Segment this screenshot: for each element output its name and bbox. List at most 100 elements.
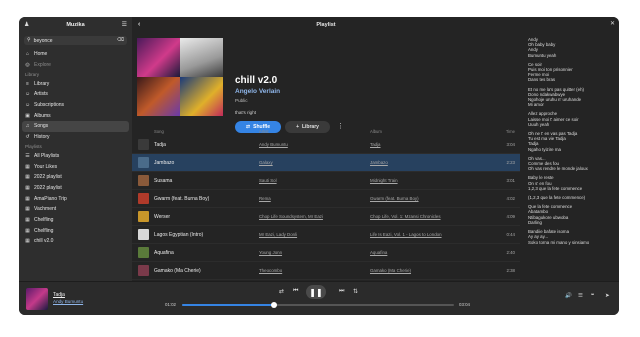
sidebar-item[interactable]: ▦ chill v2.0 [19,236,132,247]
lyrics-verse: Ce soir Puis moi ton prisonnier Ferme moi D… [528,62,611,83]
sidebar-item[interactable]: ▦ Your Likes [19,161,132,172]
account-icon[interactable]: ♟ [24,22,29,28]
lyrics-verse: Oh vas... Comme des fou Oh vas rendre le m… [528,156,611,172]
sidebar-item[interactable]: ♫ Songs [22,121,129,132]
sidebar-item[interactable]: ▦ AmaPiano Trip [19,193,132,204]
playlist-description: that's right [235,110,257,115]
close-icon[interactable]: ✕ [610,21,615,27]
playlist-cover [137,38,223,116]
sidebar-item-label: Subscriptions [34,102,65,109]
lyrics-line: (1,2,3 que la fete commence) [528,195,586,201]
track-title: Lagos Egyptian (Intro) [154,232,204,238]
track-duration: 4:02 [506,196,515,201]
table-row[interactable]: Lagos Egyptian (Intro) Mr Eazi, Lady Donl… [132,226,520,244]
now-playing-cover[interactable] [26,288,48,310]
table-row[interactable]: Jambazo Galaxy Jambazo 2:23 [132,154,520,172]
grid-icon: ▦ [25,184,30,191]
track-thumbnail [138,175,149,186]
column-time[interactable]: Time [506,129,515,134]
track-title: Werser [154,214,171,220]
sidebar-item[interactable]: ▦ Chelfling [19,215,132,226]
track-artist[interactable]: Andy Bumuntu [259,142,288,147]
now-playing-artist[interactable]: Andy Bumuntu [53,299,83,304]
sidebar-item-label: 2022 playlist [34,184,62,191]
track-artist[interactable]: Sauti Sol [259,178,277,183]
track-title: Aquafina [154,250,174,256]
sidebar-item[interactable]: ☺ Artists [19,89,132,100]
clear-icon[interactable]: ⌫ [117,38,124,43]
playlist-visibility: Public [235,98,248,103]
table-row[interactable]: Gwarm (feat. Burna Boy) Rema Gwarm (feat. … [132,190,520,208]
back-icon[interactable]: ‹ [138,21,140,28]
grid-icon: ▦ [25,195,30,202]
track-list: Tadja Andy Bumuntu Tadja 3:04 Jambazo Galaxy J… [132,136,520,280]
track-thumbnail [138,265,149,276]
table-row[interactable]: Gamako (Ma Cherie) Theocombo Gamako (Ma Ch… [132,262,520,280]
track-duration: 2:38 [506,268,515,273]
sidebar-header: ♟ Muzika ☰ [19,17,132,33]
sidebar-item[interactable]: ↺ History [19,132,132,143]
sidebar-item[interactable]: ☰ All Playlists [19,151,132,162]
cast-icon[interactable]: ➤ [605,293,610,299]
sidebar-item[interactable]: ☺ Subscriptions [19,100,132,111]
column-artist[interactable]: Artist [259,129,269,134]
track-duration: 2:23 [506,160,515,165]
track-duration: 3:04 [506,142,515,147]
lyrics-line: Soko torna mi mano y sinsiamo [528,239,590,245]
track-artist[interactable]: Theocombo [259,268,282,273]
track-duration: 0:44 [506,232,515,237]
shuffle-icon[interactable]: ⇄ [279,288,284,295]
sidebar-item[interactable]: ▦ Vachment [19,204,132,215]
track-artist[interactable]: Mr Eazi, Lady Donli [259,232,297,237]
previous-icon[interactable]: ⏮ [293,288,298,295]
table-header: Song Artist Album Time [132,127,520,136]
lyrics-icon[interactable]: ❝ [591,293,594,299]
track-album[interactable]: Gwarm (feat. Burna Boy) [370,196,419,201]
table-row[interactable]: Werser Chop Life Soundsystem, Mr Eazi Chop… [132,208,520,226]
lyrics-line: Oh vas rendre le monde jaloux [528,166,588,172]
playlist-title: chill v2.0 [235,75,278,86]
compass-icon: ◎ [25,62,30,69]
progress-slider[interactable] [182,302,454,308]
table-row[interactable]: Susama Sauti Sol Midnight Train 3:01 [132,172,520,190]
track-title: Jambazo [154,160,175,166]
sidebar-item[interactable]: ⌂ Home [19,49,132,60]
track-artist[interactable]: Young Jonn [259,250,282,255]
queue-icon[interactable]: ☰ [578,293,583,299]
lyrics-verse: Baby le reste On s' en fou 1,2,3 que la fe… [528,175,611,191]
lyrics-text: Andy Oh baby baby Andy Bumuntu yeah Ce soir P… [528,37,611,245]
track-artist[interactable]: Galaxy [259,160,273,165]
search-input[interactable]: ⚲ beyonce ⌫ [24,36,127,45]
column-album[interactable]: Album [370,129,382,134]
repeat-icon[interactable]: ⇅ [353,288,358,295]
volume-icon[interactable]: 🔊 [565,293,572,299]
now-playing-title[interactable]: Tadja [53,292,65,298]
next-icon[interactable]: ⏭ [339,288,344,295]
track-artist[interactable]: Rema [259,196,271,201]
track-album[interactable]: Gamako (Ma Cherie) [370,268,411,273]
table-row[interactable]: Tadja Andy Bumuntu Tadja 3:04 [132,136,520,154]
progress-knob[interactable] [270,302,277,308]
sidebar-item[interactable]: ▦ 2022 playlist [19,183,132,194]
grid-icon: ▦ [25,238,30,245]
sidebar-item[interactable]: ▣ Albums [19,110,132,121]
track-album[interactable]: Aquafina [370,250,387,255]
track-album[interactable]: Jambazo [370,160,388,165]
sidebar-item[interactable]: ▦ Chelfling [19,225,132,236]
grid-icon: ▦ [25,216,30,223]
sidebar-item[interactable]: ◎ Explore [19,60,132,71]
table-row[interactable]: Aquafina Young Jonn Aquafina 2:40 [132,244,520,262]
sidebar-item[interactable]: ≡ Library [19,78,132,89]
sidebar-section-label: Playlists [25,144,42,149]
menu-icon[interactable]: ☰ [122,22,127,28]
track-album[interactable]: Life Is Eazi, Vol. 1 - Lagos to London [370,232,442,237]
sidebar-item[interactable]: ▦ 2022 playlist [19,172,132,183]
track-artist[interactable]: Chop Life Soundsystem, Mr Eazi [259,214,323,219]
lyrics-verse: Et no me la's pas quitter (eh) Dono ndakw… [528,87,611,108]
playlist-author[interactable]: Angelo Verlain [235,88,280,95]
track-album[interactable]: Chop Life, Vol. 1: Mzansi Chronicles [370,214,441,219]
pause-button[interactable]: ❚❚ [306,285,326,299]
track-album[interactable]: Tadja [370,142,381,147]
column-song[interactable]: Song [154,129,164,134]
track-album[interactable]: Midnight Train [370,178,398,183]
